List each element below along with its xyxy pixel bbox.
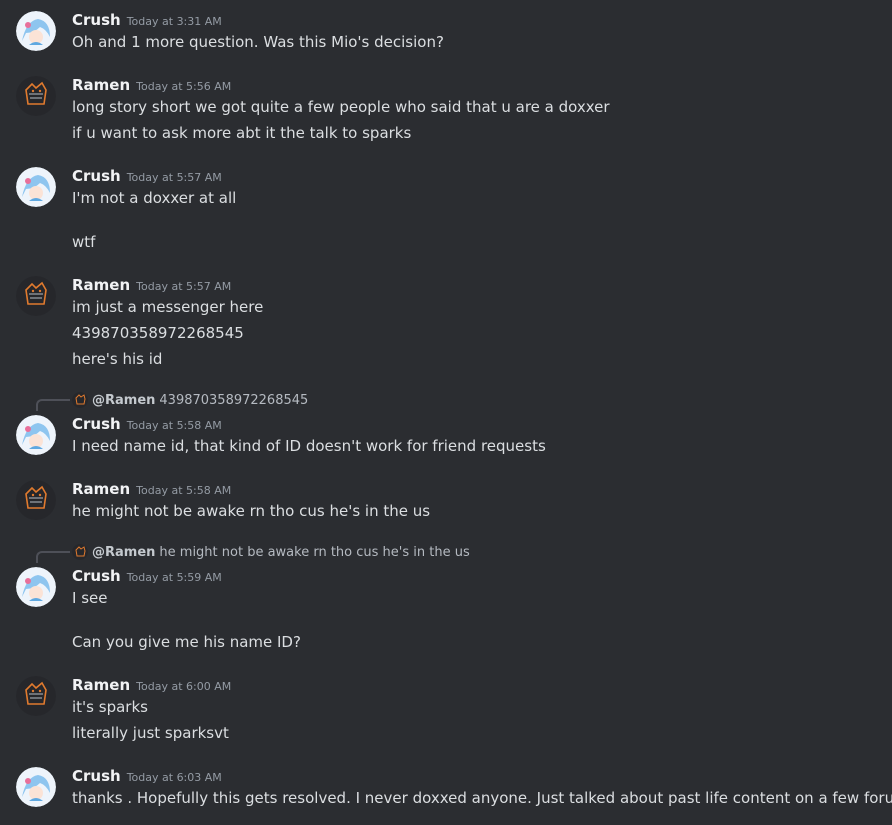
- author-name: Crush: [72, 167, 121, 185]
- message-text: im just a messenger here: [72, 298, 264, 316]
- message-text: literally just sparksvt: [72, 724, 229, 742]
- crush-avatar-icon[interactable]: [16, 567, 56, 607]
- author-name: Crush: [72, 567, 121, 585]
- author-name: Ramen: [72, 676, 131, 694]
- timestamp: Today at 5:57 AM: [126, 171, 222, 184]
- crush-avatar-icon[interactable]: [16, 167, 56, 207]
- ramen-avatar-icon[interactable]: [16, 276, 56, 316]
- reply-preview[interactable]: @Ramen he might not be awake rn tho cus …: [72, 544, 470, 560]
- author-name: Ramen: [72, 276, 131, 294]
- author-name: Ramen: [72, 480, 131, 498]
- timestamp: Today at 5:56 AM: [136, 80, 232, 93]
- crush-avatar-icon[interactable]: [16, 767, 56, 807]
- ramen-avatar-icon[interactable]: [16, 676, 56, 716]
- reply-author: @Ramen: [92, 392, 156, 408]
- message-text: I need name id, that kind of ID doesn't …: [72, 437, 546, 455]
- message-text: if u want to ask more abt it the talk to…: [72, 124, 412, 142]
- author-name: Crush: [72, 11, 121, 29]
- ramen-avatar-icon[interactable]: [16, 76, 56, 116]
- crush-avatar-icon[interactable]: [16, 11, 56, 51]
- message-list: Crush Today at 3:31 AM Oh and 1 more ques…: [0, 0, 892, 825]
- message-text: it's sparks: [72, 698, 148, 716]
- timestamp: Today at 5:58 AM: [136, 484, 232, 497]
- message-text: I see: [72, 589, 108, 607]
- message-text: Oh and 1 more question. Was this Mio's d…: [72, 33, 444, 51]
- message-text: thanks . Hopefully this gets resolved. I…: [72, 789, 892, 807]
- message-text: 439870358972268545: [72, 324, 244, 342]
- ramen-mini-avatar-icon: [72, 392, 88, 408]
- message-text: he might not be awake rn tho cus he's in…: [72, 502, 431, 520]
- reply-spine: [36, 399, 70, 411]
- ramen-mini-avatar-icon: [72, 544, 88, 560]
- timestamp: Today at 5:59 AM: [126, 571, 222, 584]
- reply-spine: [36, 551, 70, 563]
- author-name: Crush: [72, 767, 121, 785]
- author-name: Crush: [72, 415, 121, 433]
- crush-avatar-icon[interactable]: [16, 415, 56, 455]
- author-name: Ramen: [72, 76, 131, 94]
- message-text: wtf: [72, 233, 96, 251]
- reply-text: 439870358972268545: [159, 392, 309, 408]
- reply-author: @Ramen: [92, 544, 156, 560]
- message-text: I'm not a doxxer at all: [72, 189, 237, 207]
- timestamp: Today at 5:58 AM: [126, 419, 222, 432]
- ramen-avatar-icon[interactable]: [16, 480, 56, 520]
- timestamp: Today at 6:03 AM: [126, 771, 222, 784]
- reply-preview[interactable]: @Ramen 439870358972268545: [72, 392, 308, 408]
- reply-text: he might not be awake rn tho cus he's in…: [159, 544, 470, 560]
- message-text: here's his id: [72, 350, 163, 368]
- timestamp: Today at 5:57 AM: [136, 280, 232, 293]
- message-text: long story short we got quite a few peop…: [72, 98, 610, 116]
- message-text: Can you give me his name ID?: [72, 633, 301, 651]
- timestamp: Today at 6:00 AM: [136, 680, 232, 693]
- timestamp: Today at 3:31 AM: [126, 15, 222, 28]
